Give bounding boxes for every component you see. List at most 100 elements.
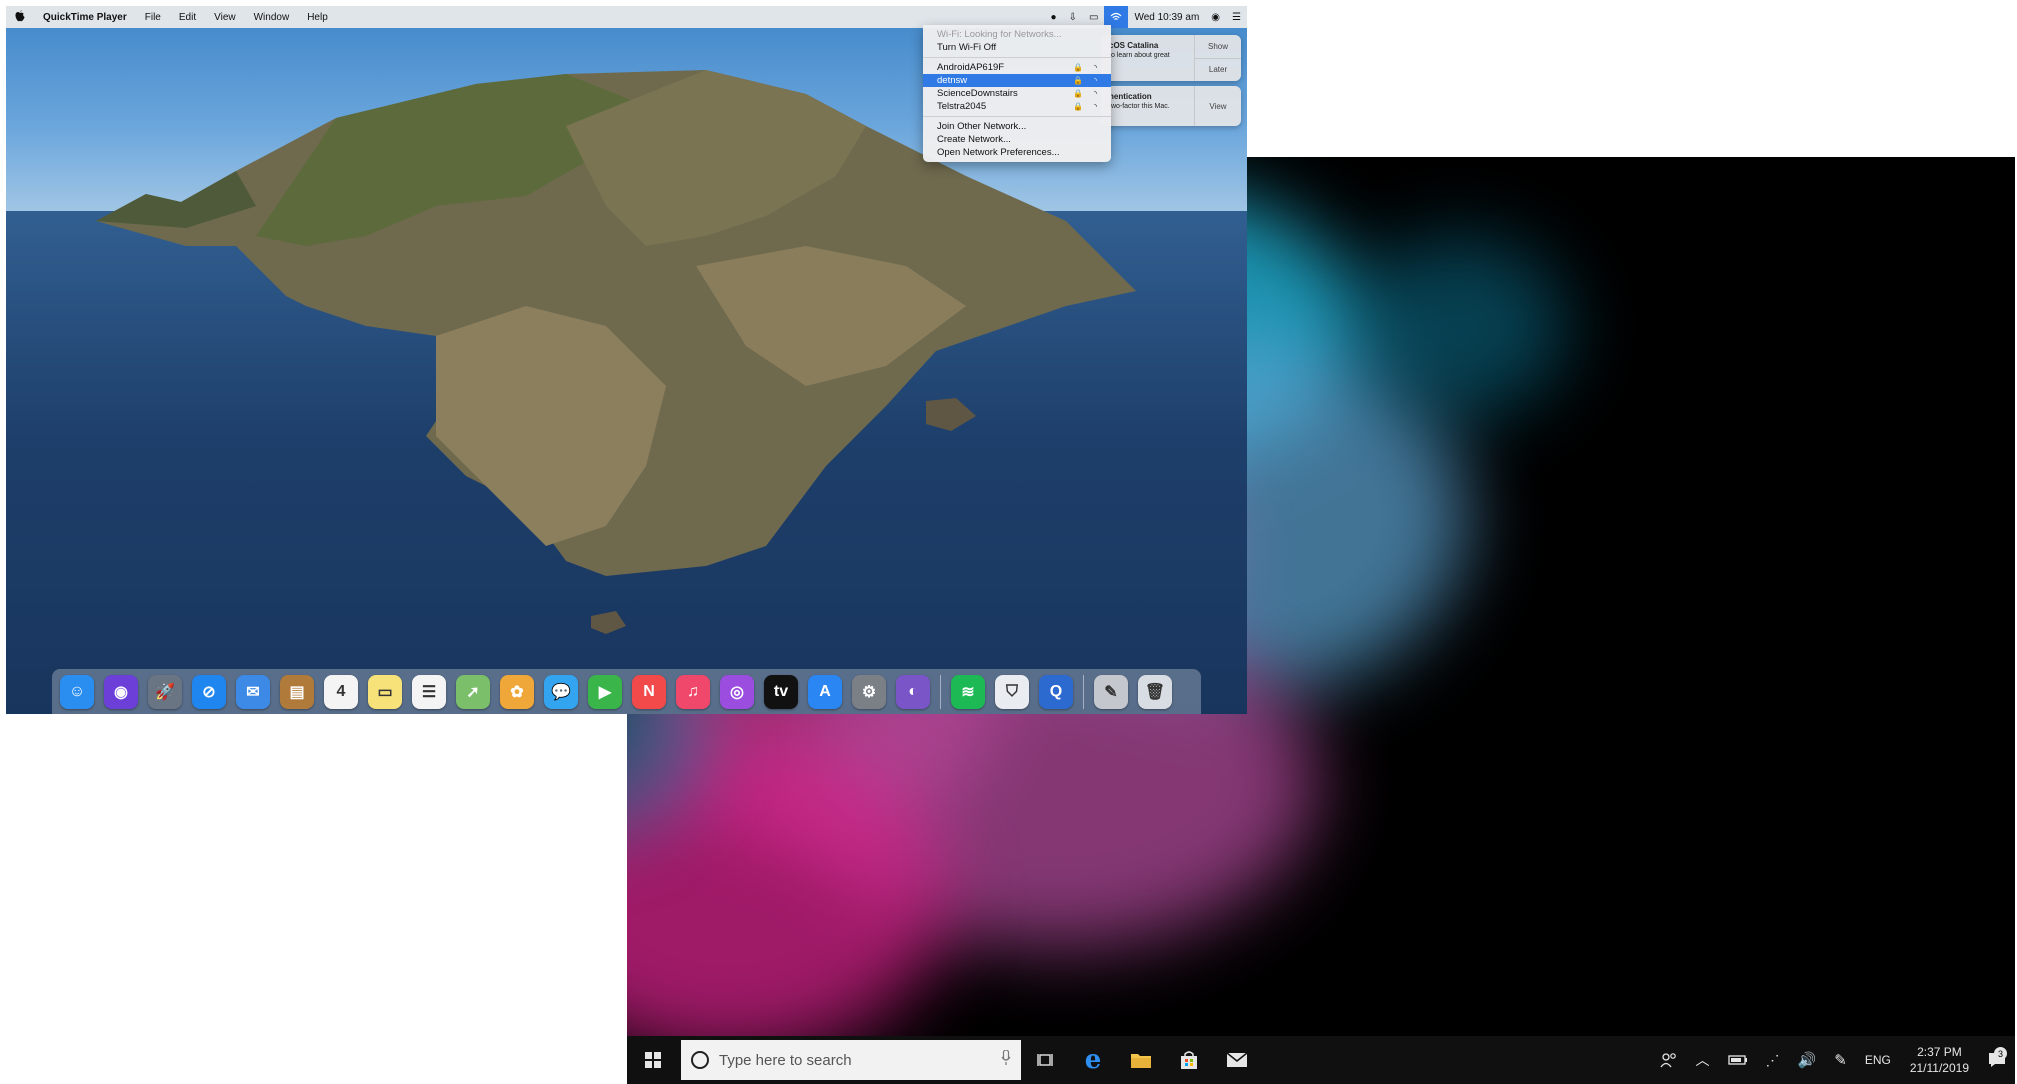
dock-separator — [1083, 674, 1084, 709]
wifi-dropdown-menu: Wi-Fi: Looking for Networks... Turn Wi-F… — [923, 25, 1111, 162]
taskbar-edge-button[interactable]: e — [1069, 1036, 1117, 1084]
network-name: Telstra2045 — [937, 101, 987, 112]
notes-icon[interactable]: ▭ — [368, 674, 402, 709]
siri-menu-icon[interactable]: ◉ — [1205, 6, 1226, 28]
notification-authentication[interactable]: nentication two-factor this Mac. View — [1101, 86, 1241, 126]
quicktime-icon[interactable]: Q — [1039, 674, 1073, 709]
lock-icon: 🔒 — [1073, 76, 1083, 85]
notification-later-button[interactable]: Later — [1195, 57, 1241, 82]
edge-icon: e — [1084, 1045, 1102, 1075]
trash-icon[interactable]: 🗑 — [1138, 674, 1172, 709]
taskbar-file-explorer-button[interactable] — [1117, 1036, 1165, 1084]
network-icon[interactable]: ⋰ — [1757, 1052, 1789, 1069]
script-editor-icon[interactable]: ✎ — [1094, 674, 1128, 709]
facetime-icon[interactable]: ▶ — [588, 674, 622, 709]
network-list: AndroidAP619F 🔒 ◝ detnsw 🔒 ◝ ScienceDownstairs… — [923, 61, 1111, 113]
notification-title: nentication — [1109, 92, 1152, 101]
spotify-icon[interactable]: ≋ — [951, 674, 985, 709]
security-shield-icon[interactable]: ⛉ — [995, 674, 1029, 709]
notification-view-button[interactable]: View — [1195, 86, 1241, 126]
pen-workspace-icon[interactable]: ✎ — [1825, 1051, 1856, 1069]
apple-menu-button[interactable] — [6, 9, 34, 25]
self-service-icon[interactable]: ◐ — [896, 674, 930, 709]
wifi-network-item[interactable]: Telstra2045 🔒 ◝ — [923, 100, 1111, 113]
notification-show-button[interactable]: Show — [1195, 35, 1241, 58]
task-view-icon — [1037, 1054, 1053, 1066]
siri-icon[interactable]: ◉ — [104, 674, 138, 709]
menu-edit[interactable]: Edit — [170, 12, 205, 23]
menu-divider — [923, 57, 1111, 58]
wifi-signal-icon: ◝ — [1093, 89, 1097, 98]
menu-divider — [923, 116, 1111, 117]
menu-app-name[interactable]: QuickTime Player — [34, 12, 136, 23]
battery-icon[interactable] — [1719, 1054, 1757, 1066]
notification-count-badge: 3 — [1994, 1047, 2007, 1060]
wifi-network-item[interactable]: AndroidAP619F 🔒 ◝ — [923, 61, 1111, 74]
safari-icon[interactable]: ⊘ — [192, 674, 226, 709]
news-icon[interactable]: N — [632, 674, 666, 709]
volume-icon[interactable]: 🔊 — [1789, 1051, 1826, 1069]
menu-clock[interactable]: Wed 10:39 am — [1128, 6, 1205, 28]
join-other-network-item[interactable]: Join Other Network... — [923, 120, 1111, 133]
folder-icon — [1131, 1054, 1151, 1068]
apple-icon — [15, 9, 25, 21]
action-center-button[interactable]: 3 — [1979, 1047, 2015, 1068]
wifi-network-item[interactable]: ScienceDownstairs 🔒 ◝ — [923, 87, 1111, 100]
taskbar-store-button[interactable] — [1165, 1036, 1213, 1084]
wifi-signal-icon: ◝ — [1093, 76, 1097, 85]
network-name: AndroidAP619F — [937, 62, 1005, 73]
notification-title: cOS Catalina — [1109, 41, 1159, 50]
store-bag-icon — [1181, 1051, 1197, 1069]
wifi-signal-icon: ◝ — [1093, 63, 1097, 72]
create-network-item[interactable]: Create Network... — [923, 133, 1111, 146]
windows-taskbar: Type here to search e ︿ ⋰ 🔊 ✎ ENG 2:37 P… — [627, 1036, 2015, 1084]
menu-file[interactable]: File — [136, 12, 170, 23]
turn-wifi-off-item[interactable]: Turn Wi-Fi Off — [923, 41, 1111, 54]
app-store-icon[interactable]: A — [808, 674, 842, 709]
lock-icon: 🔒 — [1073, 89, 1083, 98]
dock-separator — [940, 674, 941, 709]
taskbar-mail-button[interactable] — [1213, 1036, 1261, 1084]
macos-dock: ☺ ◉ 🚀 ⊘ ✉ ▤ 4 ▭ ☰ ➚ ✿ 💬 ▶ N ♫ ◎ tv A ⚙ ◐ ≋ ⛉ Q ✎ 🗑 — [52, 669, 1201, 714]
chevron-up-icon[interactable]: ︿ — [1687, 1050, 1719, 1070]
taskbar-clock[interactable]: 2:37 PM 21/11/2019 — [1900, 1044, 1979, 1076]
messages-icon[interactable]: 💬 — [544, 674, 578, 709]
windows-start-button[interactable] — [627, 1036, 679, 1084]
macos-desktop-screenshot: QuickTime Player File Edit View Window H… — [6, 6, 1247, 714]
system-preferences-icon[interactable]: ⚙ — [852, 674, 886, 709]
reminders-icon[interactable]: ☰ — [412, 674, 446, 709]
menu-view[interactable]: View — [205, 12, 245, 23]
menu-help[interactable]: Help — [298, 12, 337, 23]
lock-icon: 🔒 — [1073, 102, 1083, 111]
maps-icon[interactable]: ➚ — [456, 674, 490, 709]
network-name: ScienceDownstairs — [937, 88, 1018, 99]
photos-icon[interactable]: ✿ — [500, 674, 534, 709]
music-icon[interactable]: ♫ — [676, 674, 710, 709]
network-name: detnsw — [937, 75, 968, 86]
search-placeholder: Type here to search — [719, 1051, 852, 1069]
wifi-status-text: Wi-Fi: Looking for Networks... — [937, 29, 1062, 40]
people-icon[interactable] — [1651, 1052, 1687, 1068]
notefile-icon[interactable]: ▤ — [280, 674, 314, 709]
notification-catalina[interactable]: cOS Catalina to learn about great Show L… — [1101, 35, 1241, 81]
notification-body: two-factor this Mac. — [1109, 103, 1170, 110]
clock-date: 21/11/2019 — [1909, 1061, 1969, 1075]
calendar-icon[interactable]: 4 — [324, 674, 358, 709]
notification-center-icon[interactable]: ☰ — [1226, 6, 1247, 28]
apple-tv-icon[interactable]: tv — [764, 674, 798, 709]
launchpad-icon[interactable]: 🚀 — [148, 674, 182, 709]
microphone-icon[interactable] — [1001, 1049, 1011, 1070]
cortana-icon — [691, 1051, 709, 1069]
clock-time: 2:37 PM — [1917, 1045, 1962, 1059]
wifi-network-item[interactable]: detnsw 🔒 ◝ — [923, 74, 1111, 87]
menu-window[interactable]: Window — [245, 12, 299, 23]
podcasts-icon[interactable]: ◎ — [720, 674, 754, 709]
windows-start-icon — [645, 1052, 661, 1068]
lock-icon: 🔒 — [1073, 63, 1083, 72]
task-view-button[interactable] — [1021, 1036, 1069, 1084]
taskbar-search-box[interactable]: Type here to search — [681, 1040, 1021, 1080]
finder-icon[interactable]: ☺ — [60, 674, 94, 709]
language-indicator[interactable]: ENG — [1856, 1053, 1900, 1067]
mail-icon[interactable]: ✉ — [236, 674, 270, 709]
open-network-preferences-item[interactable]: Open Network Preferences... — [923, 146, 1111, 159]
